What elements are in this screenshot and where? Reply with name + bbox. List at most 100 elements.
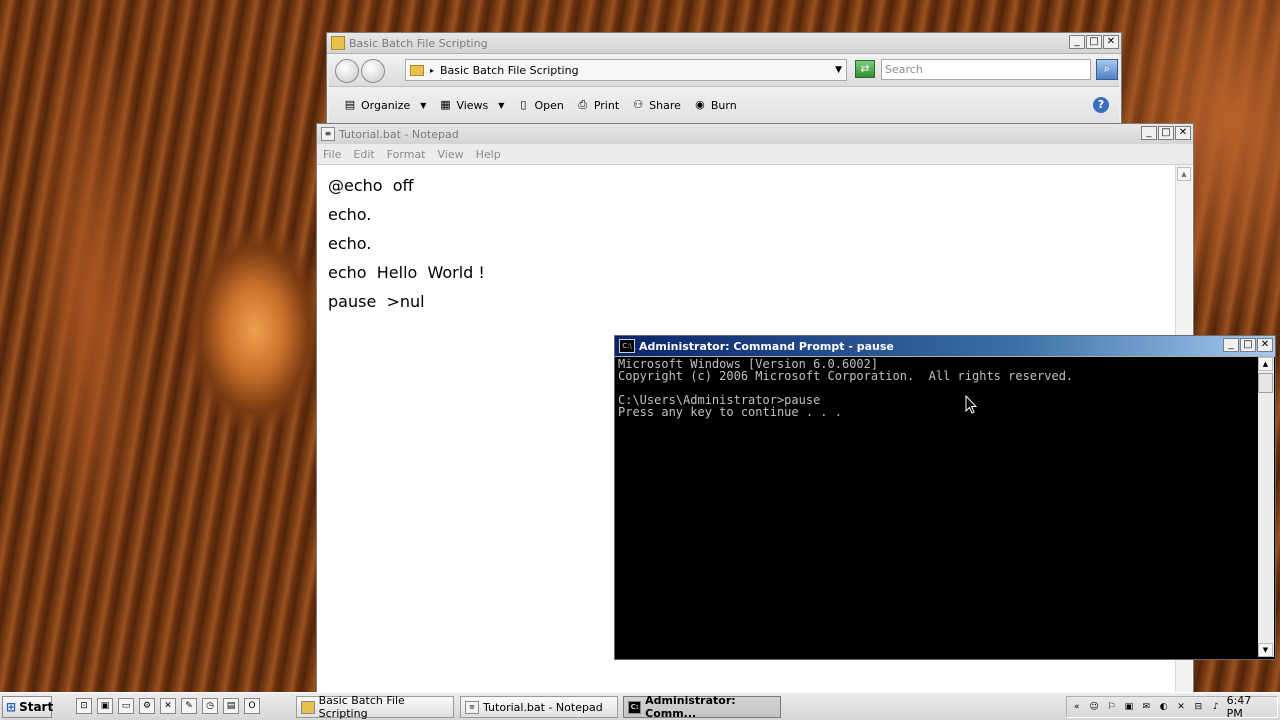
quick-launch: ⊡ ▣ ▭ ⚙ ✕ ✎ ◷ ▤ O bbox=[76, 698, 260, 714]
close-button[interactable]: ✕ bbox=[1175, 126, 1191, 140]
search-input[interactable]: Search bbox=[881, 59, 1091, 80]
help-icon[interactable]: ? bbox=[1093, 97, 1109, 113]
share-icon: ⚇ bbox=[633, 98, 644, 111]
folder-icon bbox=[331, 36, 345, 50]
menu-bar: File Edit Format View Help bbox=[317, 144, 1193, 165]
command-bar: ▤ Organize ▼ ▦ Views ▼ ▯ Open ⎙ Print ⚇ … bbox=[329, 87, 1119, 123]
tray-icon[interactable]: ▣ bbox=[1122, 700, 1135, 714]
document-icon: ▯ bbox=[520, 98, 527, 111]
forward-icon[interactable] bbox=[361, 59, 385, 83]
burn-button[interactable]: ◉ Burn bbox=[689, 96, 741, 114]
editor-line: @echo off bbox=[328, 176, 414, 195]
quick-launch-icon[interactable]: ◷ bbox=[202, 698, 218, 714]
menu-help[interactable]: Help bbox=[476, 148, 501, 161]
scroll-up-icon[interactable]: ▲ bbox=[1258, 357, 1273, 371]
views-icon: ▦ bbox=[440, 98, 451, 111]
chevron-down-icon[interactable]: ▼ bbox=[835, 65, 842, 75]
menu-edit[interactable]: Edit bbox=[353, 148, 374, 161]
command-prompt-icon: C: bbox=[628, 700, 642, 714]
breadcrumb-arrow-icon[interactable]: ▸ bbox=[430, 66, 434, 75]
console-output[interactable]: Microsoft Windows [Version 6.0.6002] Copy… bbox=[618, 357, 1257, 656]
minimize-button[interactable]: _ bbox=[1069, 35, 1085, 49]
taskbar-item-notepad[interactable]: ≡ Tutorial.bat - Notepad bbox=[460, 696, 618, 718]
folder-icon bbox=[301, 700, 315, 714]
quick-launch-icon[interactable]: ▤ bbox=[223, 698, 239, 714]
notepad-title: Tutorial.bat - Notepad bbox=[339, 127, 459, 141]
organize-button[interactable]: ▤ Organize ▼ bbox=[339, 96, 430, 114]
tray-icon[interactable]: ✕ bbox=[1174, 700, 1187, 714]
explorer-title: Basic Batch File Scripting bbox=[349, 36, 488, 50]
go-refresh-icon[interactable]: ⇄ bbox=[855, 60, 875, 78]
taskbar-item-label: Basic Batch File Scripting bbox=[318, 694, 405, 720]
search-icon[interactable]: ⌕ bbox=[1096, 59, 1118, 80]
address-bar[interactable]: ▸ Basic Batch File Scripting ▼ bbox=[405, 59, 847, 81]
explorer-titlebar[interactable]: Basic Batch File Scripting _ □ ✕ bbox=[327, 33, 1121, 54]
volume-icon[interactable]: ♪ bbox=[1209, 700, 1222, 714]
windows-logo-icon: ⊞ bbox=[6, 700, 17, 714]
menu-view[interactable]: View bbox=[438, 148, 464, 161]
chevron-down-icon: ▼ bbox=[420, 100, 427, 110]
disc-icon: ◉ bbox=[695, 98, 705, 111]
menu-file[interactable]: File bbox=[323, 148, 341, 161]
back-icon[interactable] bbox=[335, 59, 359, 83]
mouse-cursor-icon bbox=[965, 395, 977, 414]
taskbar-item-explorer[interactable]: Basic Batch File Scripting bbox=[296, 694, 454, 720]
show-hidden-icons-icon[interactable]: « bbox=[1070, 700, 1083, 714]
tray-icon[interactable]: ⚐ bbox=[1105, 700, 1118, 714]
explorer-window[interactable]: Basic Batch File Scripting _ □ ✕ ▸ Basic… bbox=[326, 32, 1122, 124]
quick-launch-icon[interactable]: ✎ bbox=[181, 698, 197, 714]
quick-launch-icon[interactable]: ▣ bbox=[97, 698, 113, 714]
notepad-titlebar[interactable]: ≡ Tutorial.bat - Notepad _ □ ✕ bbox=[317, 124, 1193, 145]
close-button[interactable]: ✕ bbox=[1103, 35, 1119, 49]
taskbar-item-cmd[interactable]: C: Administrator: Comm... bbox=[623, 694, 781, 720]
address-text: Basic Batch File Scripting bbox=[440, 63, 579, 77]
scroll-down-icon[interactable]: ▼ bbox=[1258, 643, 1273, 657]
quick-launch-icon[interactable]: ▭ bbox=[118, 698, 134, 714]
maximize-button[interactable]: □ bbox=[1086, 35, 1102, 49]
cmd-titlebar[interactable]: C:\ Administrator: Command Prompt - paus… bbox=[615, 336, 1275, 357]
taskbar-item-label: Tutorial.bat - Notepad bbox=[483, 700, 603, 714]
views-label: Views bbox=[456, 98, 489, 112]
tray-icon[interactable]: ◐ bbox=[1157, 700, 1170, 714]
system-tray: « ☺ ⚐ ▣ ✉ ◐ ✕ ⊟ ♪ 6:47 PM bbox=[1066, 694, 1278, 720]
scroll-thumb[interactable] bbox=[1258, 373, 1273, 393]
command-prompt-icon: C:\ bbox=[619, 339, 635, 353]
organize-label: Organize bbox=[361, 98, 411, 112]
address-row: ▸ Basic Batch File Scripting ▼ ⇄ Search … bbox=[329, 54, 1119, 87]
network-icon[interactable]: ⊟ bbox=[1192, 700, 1205, 714]
tray-icon[interactable]: ✉ bbox=[1140, 700, 1153, 714]
notepad-icon: ≡ bbox=[321, 127, 335, 141]
open-button[interactable]: ▯ Open bbox=[512, 96, 567, 114]
folder-icon bbox=[410, 64, 424, 76]
command-prompt-window[interactable]: C:\ Administrator: Command Prompt - paus… bbox=[614, 335, 1276, 660]
scroll-up-icon[interactable]: ▲ bbox=[1177, 167, 1191, 181]
tray-icon[interactable]: ☺ bbox=[1087, 700, 1100, 714]
editor-line: echo Hello World ! bbox=[328, 263, 485, 282]
maximize-button[interactable]: □ bbox=[1240, 338, 1256, 352]
minimize-button[interactable]: _ bbox=[1141, 126, 1157, 140]
menu-format[interactable]: Format bbox=[387, 148, 426, 161]
printer-icon: ⎙ bbox=[578, 98, 588, 111]
quick-launch-icon[interactable]: ⚙ bbox=[139, 698, 155, 714]
share-button[interactable]: ⚇ Share bbox=[627, 96, 685, 114]
maximize-button[interactable]: □ bbox=[1158, 126, 1174, 140]
cmd-title: Administrator: Command Prompt - pause bbox=[639, 339, 894, 353]
minimize-button[interactable]: _ bbox=[1223, 338, 1239, 352]
clock[interactable]: 6:47 PM bbox=[1227, 694, 1269, 720]
quick-launch-icon[interactable]: ✕ bbox=[160, 698, 176, 714]
console-line: Copyright (c) 2006 Microsoft Corporation… bbox=[618, 369, 1074, 383]
print-button[interactable]: ⎙ Print bbox=[572, 96, 623, 114]
start-button[interactable]: ⊞ Start bbox=[2, 696, 53, 718]
console-scrollbar[interactable]: ▲ ▼ bbox=[1258, 357, 1274, 657]
quick-launch-icon[interactable]: O bbox=[244, 698, 260, 714]
open-label: Open bbox=[534, 98, 564, 112]
close-button[interactable]: ✕ bbox=[1257, 338, 1273, 352]
share-label: Share bbox=[649, 98, 681, 112]
taskbar: ⊞ Start ⊡ ▣ ▭ ⚙ ✕ ✎ ◷ ▤ O Basic Batch Fi… bbox=[0, 692, 1280, 720]
views-button[interactable]: ▦ Views ▼ bbox=[434, 96, 508, 114]
console-line: Press any key to continue . . . bbox=[618, 405, 842, 419]
burn-label: Burn bbox=[710, 98, 737, 112]
quick-launch-icon[interactable]: ⊡ bbox=[76, 698, 92, 714]
editor-line: pause >nul bbox=[328, 292, 425, 311]
taskbar-item-label: Administrator: Comm... bbox=[645, 694, 736, 720]
